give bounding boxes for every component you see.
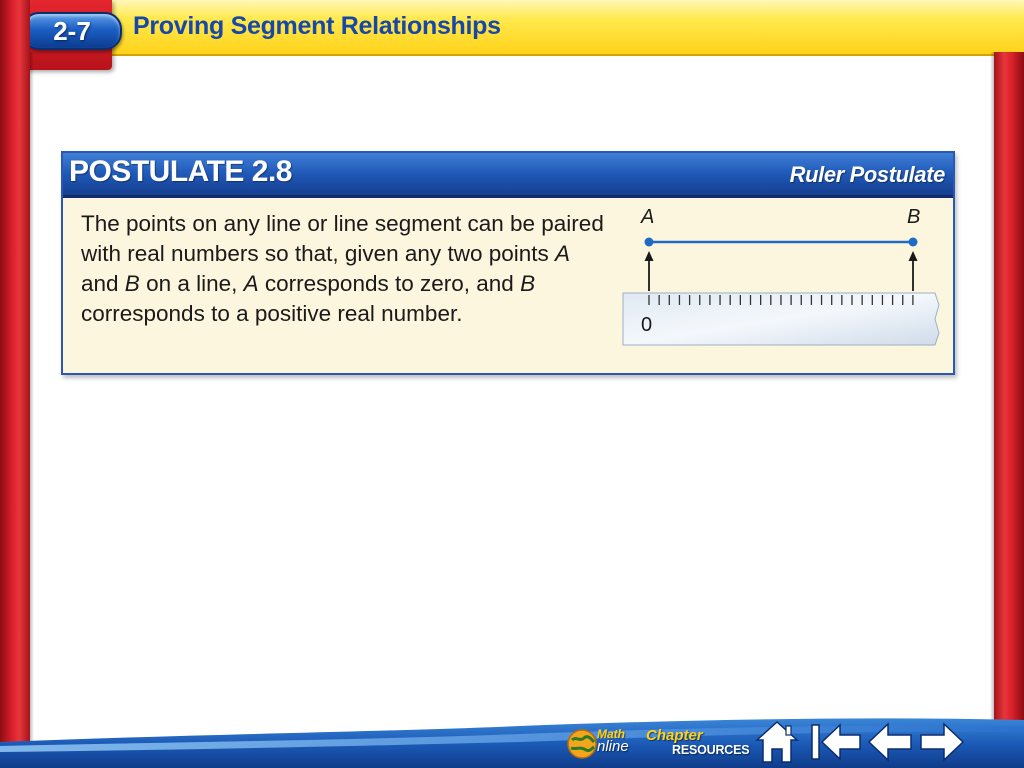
- postulate-header: POSTULATE 2.8 Ruler Postulate: [63, 153, 953, 198]
- postulate-name: Ruler Postulate: [789, 162, 946, 187]
- math-online-globe-icon[interactable]: [566, 728, 598, 760]
- home-icon[interactable]: [754, 718, 800, 766]
- statement-variable: B: [124, 271, 140, 296]
- frame-right: [994, 52, 1024, 768]
- first-slide-icon[interactable]: [808, 718, 862, 766]
- lesson-number-badge: 2-7: [22, 12, 122, 50]
- arrow-a-head: [644, 251, 654, 261]
- point-a: [644, 237, 654, 247]
- statement-part: The points on any line or line segment c…: [81, 211, 604, 266]
- statement-part: corresponds to a positive real number.: [81, 301, 463, 326]
- statement-part: corresponds to zero, and: [258, 271, 521, 296]
- arrow-b-head: [908, 251, 918, 261]
- statement-part: and: [81, 271, 125, 296]
- point-a-label: A: [640, 209, 654, 228]
- next-slide-icon[interactable]: [918, 718, 966, 766]
- point-b-label: B: [907, 209, 920, 228]
- statement-part: on a line,: [139, 271, 244, 296]
- point-b: [908, 237, 918, 247]
- math-online-online-label[interactable]: nline: [597, 738, 629, 755]
- ruler-zero-label: 0: [641, 314, 652, 336]
- previous-slide-icon[interactable]: [866, 718, 914, 766]
- postulate-label: POSTULATE 2.8: [69, 155, 292, 188]
- postulate-statement: The points on any line or line segment c…: [81, 209, 611, 329]
- statement-variable: B: [520, 271, 536, 296]
- postulate-box: POSTULATE 2.8 Ruler Postulate The points…: [61, 151, 955, 375]
- chapter-resources-label[interactable]: RESOURCES: [672, 743, 750, 757]
- page-title: Proving Segment Relationships: [133, 12, 501, 40]
- chapter-resources-chapter-label[interactable]: Chapter: [646, 727, 703, 744]
- frame-left: [0, 0, 30, 768]
- frame-shadow-right: [990, 52, 994, 768]
- frame-shadow-left: [30, 52, 34, 768]
- statement-variable: A: [555, 241, 571, 266]
- statement-variable: A: [243, 271, 259, 296]
- ruler-figure: A B 0: [622, 209, 940, 346]
